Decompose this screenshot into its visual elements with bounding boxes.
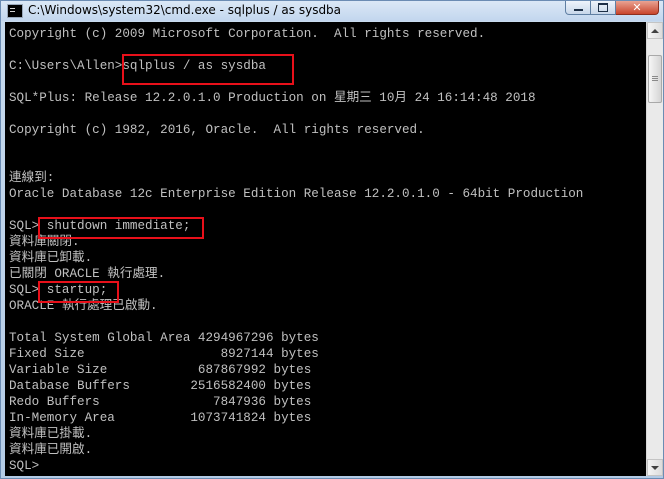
- highlight-box-shutdown-command: [38, 217, 204, 239]
- title-bar[interactable]: C:\Windows\system32\cmd.exe - sqlplus / …: [1, 1, 663, 21]
- console-line-instance-shutdown: 已關閉 ORACLE 執行處理.: [9, 267, 166, 281]
- console-line-in-memory-area: In-Memory Area 1073741824 bytes: [9, 411, 312, 425]
- highlight-box-startup-command: [38, 281, 119, 303]
- arrow-up-icon: [651, 28, 659, 33]
- close-button[interactable]: ✕: [616, 1, 659, 15]
- close-icon: ✕: [632, 0, 642, 14]
- console-line-sqlplus-release: SQL*Plus: Release 12.2.0.1.0 Production …: [9, 91, 536, 105]
- highlight-box-sqlplus-command: [122, 54, 294, 85]
- cmd-window: C:\Windows\system32\cmd.exe - sqlplus / …: [0, 0, 664, 479]
- console-line-database-dismounted: 資料庫已卸載.: [9, 251, 93, 265]
- console-line-database-mounted: 資料庫已掛載.: [9, 427, 93, 441]
- console-line-copyright-microsoft: Copyright (c) 2009 Microsoft Corporation…: [9, 27, 486, 41]
- console-line-database-opened: 資料庫已開啟.: [9, 443, 93, 457]
- console-line-copyright-oracle: Copyright (c) 1982, 2016, Oracle. All ri…: [9, 123, 425, 137]
- arrow-down-icon: [651, 465, 659, 470]
- cmd-icon: [7, 4, 23, 18]
- console-line-sga-total: Total System Global Area 4294967296 byte…: [9, 331, 319, 345]
- console-line-connected: 連線到:: [9, 171, 55, 185]
- console-line-fixed-size: Fixed Size 8927144 bytes: [9, 347, 319, 361]
- scroll-down-button[interactable]: [647, 459, 663, 476]
- scroll-up-button[interactable]: [647, 22, 663, 39]
- console-output[interactable]: Copyright (c) 2009 Microsoft Corporation…: [5, 22, 646, 476]
- console-line-database-buffers: Database Buffers 2516582400 bytes: [9, 379, 312, 393]
- console-line-database-edition: Oracle Database 12c Enterprise Edition R…: [9, 187, 584, 201]
- scroll-thumb[interactable]: [648, 55, 662, 103]
- window-controls: ✕: [565, 1, 659, 15]
- console-line-variable-size: Variable Size 687867992 bytes: [9, 363, 312, 377]
- maximize-button[interactable]: [591, 1, 616, 15]
- maximize-icon: [598, 3, 608, 12]
- minimize-icon: [573, 9, 583, 11]
- console-line-sql-prompt[interactable]: SQL>: [9, 458, 39, 474]
- console-line-redo-buffers: Redo Buffers 7847936 bytes: [9, 395, 312, 409]
- vertical-scrollbar[interactable]: [646, 22, 663, 476]
- minimize-button[interactable]: [565, 1, 591, 15]
- window-title: C:\Windows\system32\cmd.exe - sqlplus / …: [28, 3, 342, 17]
